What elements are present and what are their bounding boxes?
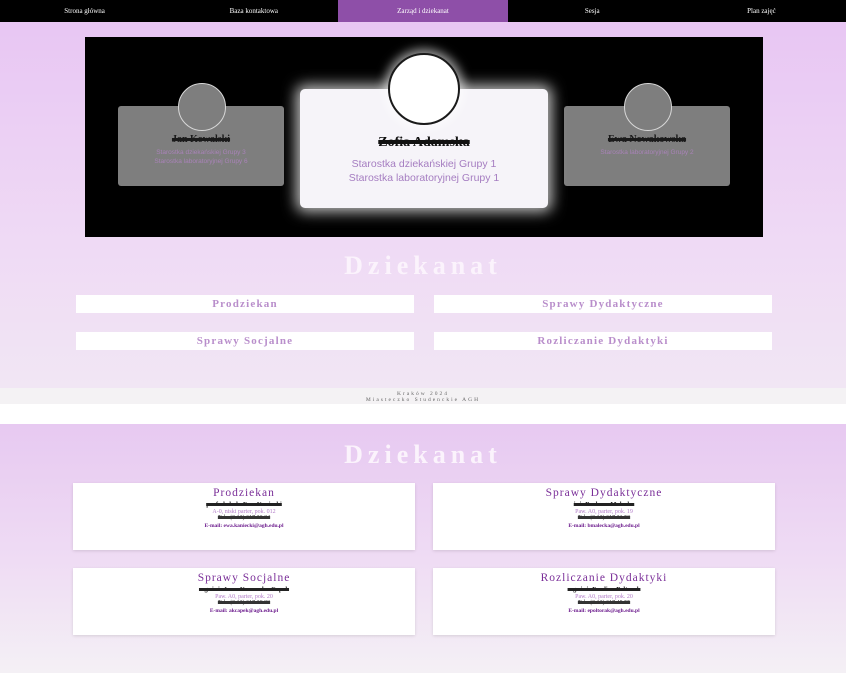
nav-item-schedule[interactable]: Plan zajęć [677, 0, 846, 22]
member-role: Starostka dziekańskiej Grupy 1 [351, 158, 497, 170]
member-name: Ewa Nowakowska [607, 134, 687, 145]
sprawy-dydaktyczne-button[interactable]: Sprawy Dydaktyczne [434, 295, 772, 313]
nav-item-contacts[interactable]: Baza kontaktowa [169, 0, 338, 22]
nav-item-board[interactable]: Zarząd i dziekanat [338, 0, 508, 22]
email-link[interactable]: E-mail: ewa.kaniecki@agh.edu.pl [73, 523, 415, 529]
member-avatar-center [388, 53, 460, 125]
person-name: mgr inż. Ewelina Poltorak [567, 586, 641, 593]
top-navigation: Strona główna Baza kontaktowa Zarząd i d… [0, 0, 846, 22]
member-name: Jan Kowalski [171, 134, 231, 145]
email-link[interactable]: E-mail: epoltorak@agh.edu.pl [433, 608, 775, 614]
phone-info: Tel.: (0 12) 617 21 50 [577, 515, 631, 521]
rozliczanie-dydaktyki-button[interactable]: Rozliczanie Dydaktyki [434, 332, 772, 350]
contact-card-rozliczanie: Rozliczanie Dydaktyki mgr inż. Ewelina P… [433, 568, 775, 635]
person-name: inż. Barbara Malecka [573, 501, 635, 508]
member-role: Starostka dziekańskiej Grupy 3 [156, 149, 246, 156]
member-name: Zofia Adamska [378, 135, 470, 150]
footer-org: Miasteczko Studenckie AGH [365, 397, 481, 403]
contact-card-socjalne: Sprawy Socjalne mgr inż. Anna Kurowska-C… [73, 568, 415, 635]
email-link[interactable]: E-mail: bmalecka@agh.edu.pl [433, 523, 775, 529]
member-role: Starostka laboratoryjnej Grupy 1 [348, 172, 500, 184]
phone-info: Tel.: (0 12) 617 28 83 [217, 600, 271, 606]
card-title: Rozliczanie Dydaktyki [540, 572, 668, 584]
phone-info: Tel.: (0 12) 617 45 55 [577, 600, 631, 606]
card-title: Prodziekan [213, 487, 275, 499]
spacer [0, 404, 846, 424]
section-heading: Dziekanat [344, 251, 502, 280]
contact-card-prodziekan: Prodziekan prof. dr hab. Ewa Kaniecki A-… [73, 483, 415, 550]
person-name: mgr inż. Anna Kurowska-Capek [198, 586, 290, 593]
section-heading: Dziekanat [344, 440, 502, 469]
sprawy-socjalne-button[interactable]: Sprawy Socjalne [76, 332, 414, 350]
card-title: Sprawy Socjalne [197, 572, 291, 584]
prodziekan-button[interactable]: Prodziekan [76, 295, 414, 313]
member-avatar-right [624, 83, 672, 131]
member-avatar-left [178, 83, 226, 131]
contact-card-dydaktyczne: Sprawy Dydaktyczne inż. Barbara Malecka … [433, 483, 775, 550]
member-role: Starostka laboratoryjnej Grupy 6 [154, 158, 248, 165]
nav-item-home[interactable]: Strona główna [0, 0, 169, 22]
member-role: Starostka laboratoryjnej Grupy 2 [600, 149, 694, 156]
email-link[interactable]: E-mail: akcapek@agh.edu.pl [73, 608, 415, 614]
footer: Kraków 2024 Miasteczko Studenckie AGH [0, 388, 846, 404]
nav-item-session[interactable]: Sesja [508, 0, 677, 22]
person-name: prof. dr hab. Ewa Kaniecki [206, 501, 282, 508]
phone-info: Tel.: (0 12) 617 23 24 [217, 515, 271, 521]
card-title: Sprawy Dydaktyczne [545, 487, 663, 499]
